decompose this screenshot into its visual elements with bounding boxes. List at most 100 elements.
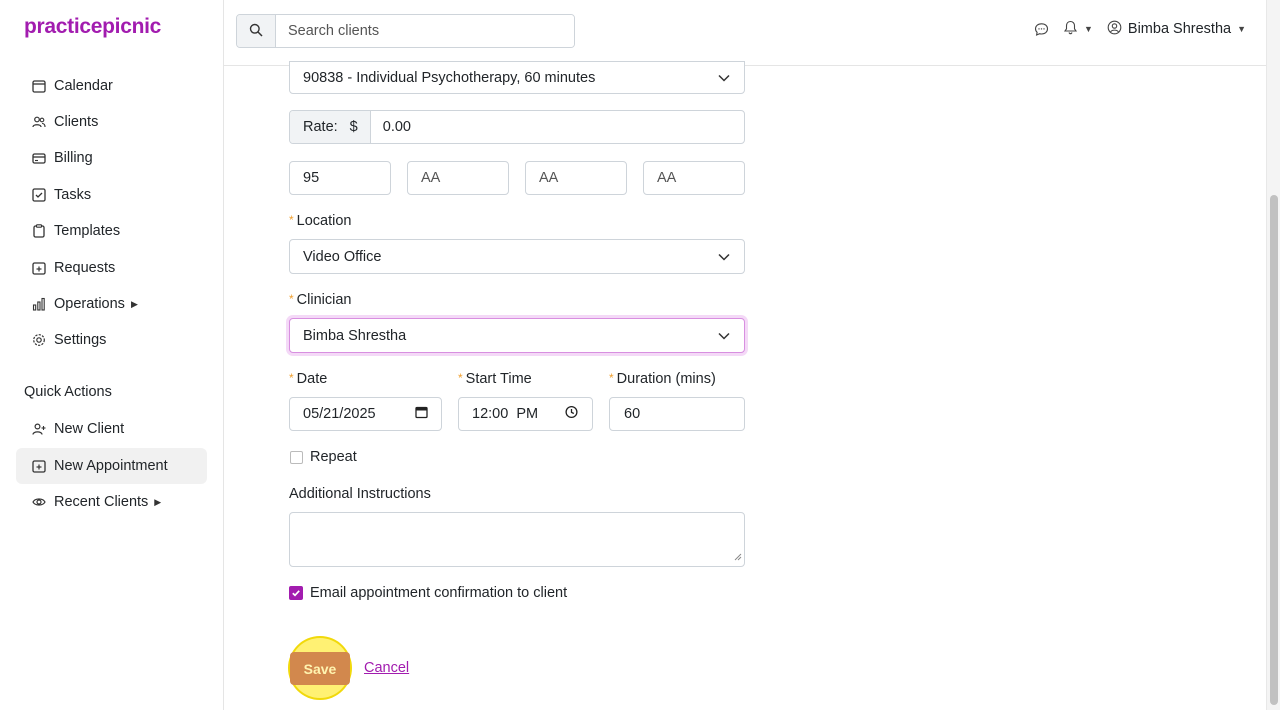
instructions-textarea[interactable] [289, 512, 745, 567]
credit-card-icon [32, 151, 46, 165]
top-header: ▼ Bimba Shrestha ▼ [224, 0, 1266, 66]
modifier-placeholder: AA [657, 170, 677, 186]
header-actions: ▼ Bimba Shrestha ▼ [1034, 20, 1246, 38]
caret-right-icon: ▶ [130, 298, 138, 309]
date-value: 05/21/2025 [303, 406, 376, 422]
date-input[interactable]: 05/21/2025 [289, 397, 442, 431]
notifications-dropdown[interactable]: ▼ [1063, 20, 1093, 38]
sidebar-item-label: Settings [54, 332, 107, 348]
calendar-icon [32, 79, 46, 93]
caret-down-icon: ▼ [1083, 24, 1093, 34]
resize-handle-icon[interactable] [734, 548, 742, 564]
sidebar-item-label: Clients [54, 114, 99, 130]
duration-value: 60 [624, 406, 641, 422]
location-value: Video Office [303, 248, 382, 265]
rate-label: Rate: [303, 119, 338, 135]
sidebar-item-clients[interactable]: Clients [16, 104, 207, 140]
duration-label: * Duration (mins) [609, 371, 716, 387]
checkmark-icon [291, 585, 301, 601]
rate-input-group: Rate: $ 0.00 [289, 110, 745, 144]
cancel-link[interactable]: Cancel [364, 660, 409, 676]
required-marker: * [289, 292, 294, 306]
sidebar-item-label: Billing [54, 150, 93, 166]
rate-prefix: Rate: $ [290, 111, 371, 143]
service-code-value: 90838 - Individual Psychotherapy, 60 min… [303, 69, 596, 86]
sidebar-item-settings[interactable]: Settings [16, 322, 207, 358]
duration-label-text: Duration (mins) [616, 371, 716, 387]
logo[interactable]: practicepicnic [24, 15, 161, 39]
sidebar-item-tasks[interactable]: Tasks [16, 177, 207, 213]
clinician-label-text: Clinician [296, 292, 352, 308]
duration-input[interactable]: 60 [609, 397, 745, 431]
modifier-input-4[interactable]: AA [643, 161, 745, 195]
email-confirmation-checkbox[interactable] [289, 586, 303, 600]
calendar-plus-icon [32, 459, 46, 473]
start-time-label: * Start Time [458, 371, 532, 387]
save-button[interactable]: Save [290, 652, 350, 685]
location-select[interactable]: Video Office [289, 239, 745, 274]
sidebar-item-calendar[interactable]: Calendar [16, 68, 207, 104]
gear-icon [32, 333, 46, 347]
quick-action-new-appointment[interactable]: New Appointment [16, 448, 207, 484]
required-marker: * [458, 371, 463, 385]
location-label-text: Location [296, 213, 352, 229]
quick-action-recent-clients[interactable]: Recent Clients ▶ [16, 484, 207, 520]
date-label: * Date [289, 371, 327, 387]
scrollbar-thumb[interactable] [1270, 195, 1278, 705]
required-marker: * [289, 371, 294, 385]
modifier-input-3[interactable]: AA [525, 161, 627, 195]
start-time-label-text: Start Time [465, 371, 532, 387]
user-menu[interactable]: Bimba Shrestha ▼ [1107, 20, 1246, 38]
rate-input[interactable]: 0.00 [371, 119, 411, 135]
clipboard-icon [32, 224, 46, 238]
start-time-input[interactable]: 12:00 PM [458, 397, 593, 431]
caret-right-icon: ▶ [154, 496, 162, 507]
modifier-placeholder: AA [421, 170, 441, 186]
calendar-plus-icon [32, 261, 46, 275]
clock-icon[interactable] [565, 405, 578, 423]
sidebar-item-label: Templates [54, 223, 121, 239]
bell-icon [1063, 20, 1078, 38]
check-square-icon [32, 188, 46, 202]
quick-actions-title: Quick Actions [24, 384, 112, 400]
sidebar: practicepicnic Calendar Clients Billing … [0, 0, 224, 710]
repeat-checkbox[interactable] [290, 451, 303, 464]
modifier-value: 95 [303, 170, 320, 186]
chevron-down-icon [718, 70, 730, 86]
date-label-text: Date [296, 371, 328, 387]
sidebar-item-label: Requests [54, 260, 116, 276]
modifier-input-2[interactable]: AA [407, 161, 509, 195]
sidebar-item-label: New Client [54, 421, 125, 437]
user-name: Bimba Shrestha [1127, 21, 1232, 37]
search-button[interactable] [237, 15, 276, 47]
chat-icon[interactable] [1034, 22, 1049, 37]
sidebar-item-billing[interactable]: Billing [16, 140, 207, 176]
bar-chart-icon [32, 297, 46, 311]
quick-action-new-client[interactable]: New Client [16, 411, 207, 447]
instructions-label: Additional Instructions [289, 486, 431, 502]
search-input[interactable] [276, 15, 574, 47]
sidebar-item-label: Operations [54, 296, 125, 312]
sidebar-item-label: New Appointment [54, 458, 168, 474]
eye-icon [32, 495, 46, 509]
people-icon [32, 115, 46, 129]
sidebar-item-templates[interactable]: Templates [16, 213, 207, 249]
chevron-down-icon [718, 328, 730, 344]
required-marker: * [609, 371, 614, 385]
sidebar-item-label: Recent Clients [54, 494, 149, 510]
sidebar-item-requests[interactable]: Requests [16, 250, 207, 286]
search-icon [249, 23, 263, 40]
email-confirmation-label: Email appointment confirmation to client [310, 585, 568, 601]
sidebar-item-operations[interactable]: Operations ▶ [16, 286, 207, 322]
repeat-label: Repeat [310, 449, 357, 465]
scrollbar[interactable] [1266, 0, 1280, 710]
modifier-input-1[interactable]: 95 [289, 161, 391, 195]
clinician-label: * Clinician [289, 292, 351, 308]
service-code-select[interactable]: 90838 - Individual Psychotherapy, 60 min… [289, 61, 745, 94]
modifier-placeholder: AA [539, 170, 559, 186]
calendar-icon[interactable] [415, 406, 428, 423]
location-label: * Location [289, 213, 352, 229]
currency-symbol: $ [349, 119, 358, 135]
clinician-select[interactable]: Bimba Shrestha [289, 318, 745, 353]
sidebar-item-label: Calendar [54, 78, 113, 94]
